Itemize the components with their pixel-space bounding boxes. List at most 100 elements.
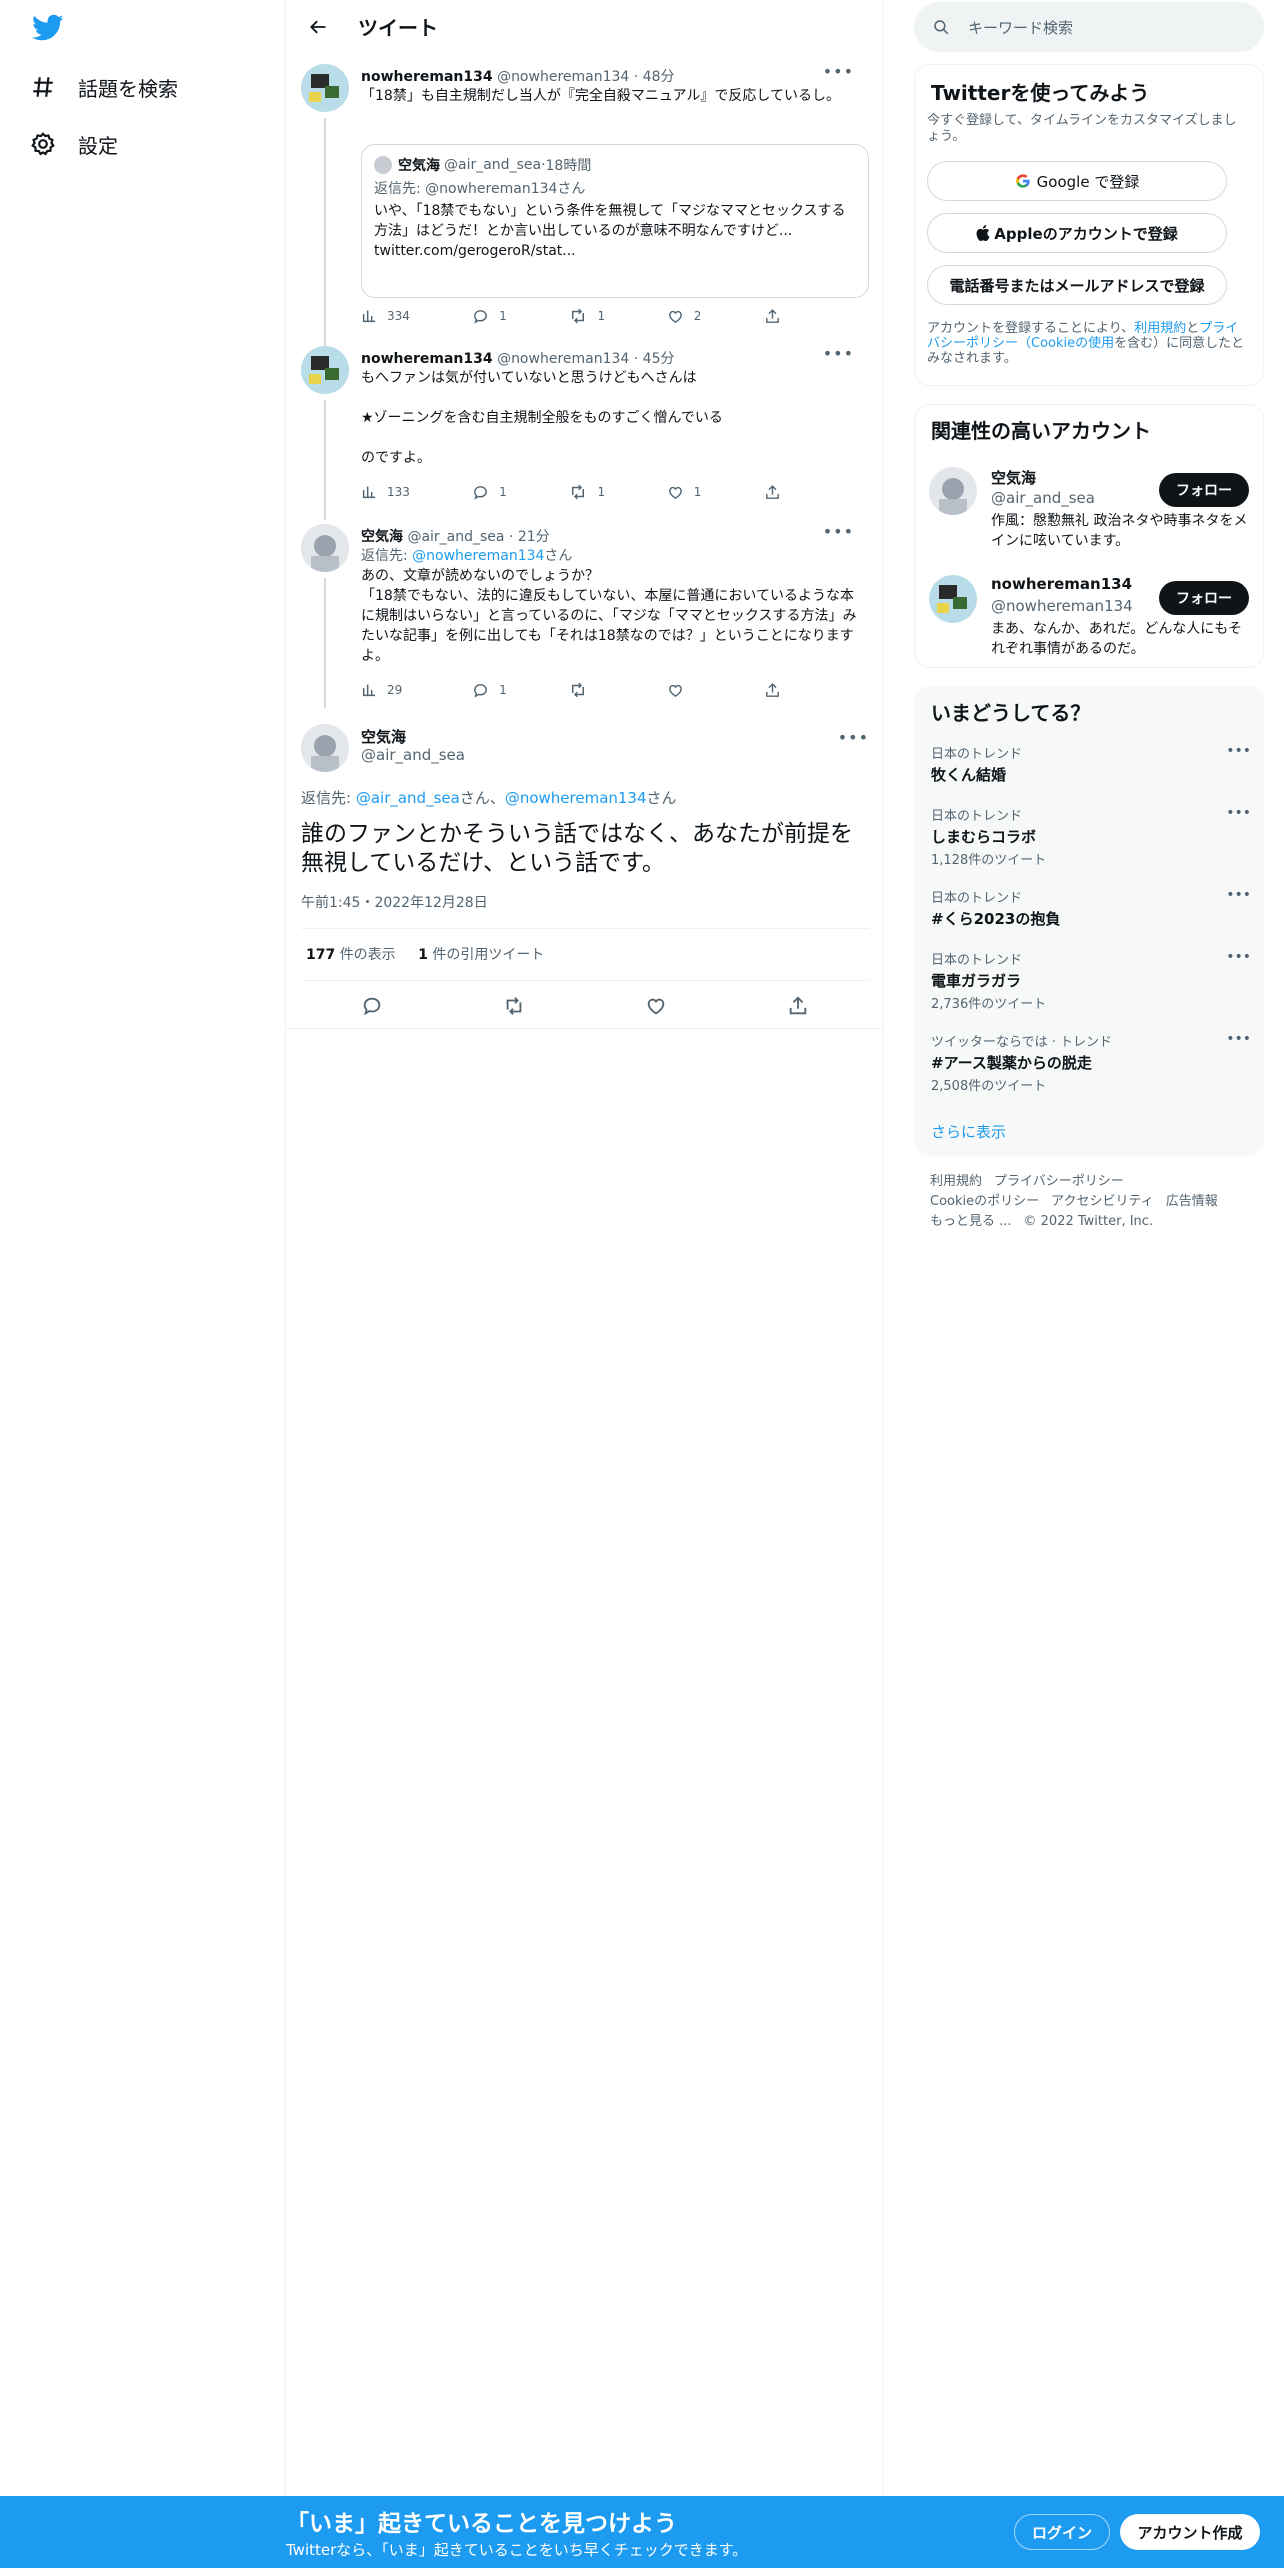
quote-text: いや、「18禁でもない」という条件を無視して「マジなママとセックスする方法」はど… — [374, 203, 846, 239]
reply-count: 1 — [499, 485, 507, 499]
tweet-actions: 133 1 1 1 — [361, 482, 791, 502]
tweet-item[interactable]: nowhereman134 @nowhereman134 · 45分 ••• も… — [286, 340, 884, 520]
avatar[interactable] — [301, 724, 349, 772]
share-button[interactable] — [764, 680, 791, 700]
phone-email-signup-button[interactable]: 電話番号またはメールアドレスで登録 — [927, 265, 1227, 305]
related-account[interactable]: nowhereman134 @nowhereman134 フォロー まあ、なんか… — [915, 569, 1263, 665]
like-button[interactable] — [667, 680, 764, 700]
tweet-item[interactable]: 空気海 @air_and_sea · 21分 ••• 返信先: @nowhere… — [286, 522, 884, 708]
footer-accessibility[interactable]: アクセシビリティ — [1051, 1194, 1154, 1209]
main-column: ツイート nowhereman134 @nowhereman134 · 48分 … — [286, 0, 884, 2500]
tweet-stats: 177 件の表示 1 件の引用ツイート — [306, 944, 544, 964]
author-handle[interactable]: @air_and_sea — [407, 529, 504, 545]
back-arrow-icon[interactable] — [298, 7, 338, 47]
footer-more[interactable]: もっと見る ... — [930, 1214, 1012, 1229]
more-options-icon[interactable]: ••• — [1226, 805, 1251, 821]
more-options-icon[interactable]: ••• — [1226, 1031, 1251, 1047]
retweet-button[interactable]: 1 — [569, 482, 666, 502]
trend-context: ツイッターならでは · トレンド — [931, 1035, 1113, 1050]
retweet-button[interactable]: 1 — [569, 306, 666, 326]
twitter-logo-icon[interactable] — [32, 14, 64, 42]
tweet-meta: nowhereman134 @nowhereman134 · 45分 — [361, 351, 675, 367]
reply-to-user[interactable]: @air_and_sea — [356, 789, 460, 807]
tweet-time[interactable]: 21分 — [518, 529, 550, 545]
footer-cookie[interactable]: Cookieのポリシー — [930, 1194, 1039, 1209]
like-button[interactable]: 1 — [667, 482, 764, 502]
tweet-item[interactable]: nowhereman134 @nowhereman134 · 48分 ••• 「… — [286, 62, 884, 340]
footer-privacy[interactable]: プライバシーポリシー — [994, 1174, 1124, 1189]
author-name[interactable]: nowhereman134 — [361, 351, 493, 367]
trend-item[interactable]: 日本のトレンド しまむらコラボ 1,128件のツイート ••• — [931, 805, 1251, 868]
quote-time: 18時間 — [545, 158, 592, 174]
follow-button[interactable]: フォロー — [1159, 473, 1249, 507]
avatar[interactable] — [301, 524, 349, 572]
tweet-time[interactable]: 45分 — [643, 351, 675, 367]
like-button[interactable]: 2 — [667, 306, 764, 326]
footer-ads[interactable]: 広告情報 — [1166, 1194, 1218, 1209]
login-button[interactable]: ログイン — [1014, 2514, 1110, 2550]
quote-tweets-link[interactable]: 1 件の引用ツイート — [418, 947, 544, 963]
terms-link[interactable]: 利用規約 — [1134, 321, 1186, 336]
more-options-icon[interactable]: ••• — [838, 728, 869, 747]
related-account[interactable]: 空気海 @air_and_sea フォロー 作風：慇懃無礼 政治ネタや時事ネタを… — [915, 461, 1263, 557]
tweet-timestamp[interactable]: 午前1:45・2022年12月28日 — [301, 892, 488, 912]
author-name[interactable]: nowhereman134 — [361, 69, 493, 85]
reply-button[interactable]: 1 — [472, 680, 569, 700]
views-button[interactable]: 334 — [361, 306, 472, 326]
reply-to-user[interactable]: @nowhereman134 — [412, 548, 544, 564]
author-name[interactable]: 空気海 — [361, 529, 403, 545]
more-options-icon[interactable]: ••• — [1226, 887, 1251, 903]
search-input[interactable]: キーワード検索 — [914, 2, 1264, 52]
more-options-icon[interactable]: ••• — [823, 344, 854, 363]
trend-item[interactable]: 日本のトレンド 牧くん結婚 ••• — [931, 743, 1251, 785]
quoted-tweet[interactable]: 空気海 @air_and_sea · 18時間 返信先: @nowhereman… — [361, 144, 869, 298]
author-name[interactable]: 空気海 — [361, 726, 406, 747]
google-signup-button[interactable]: Google で登録 — [927, 161, 1227, 201]
reply-button[interactable]: 1 — [472, 306, 569, 326]
footer-terms[interactable]: 利用規約 — [930, 1174, 982, 1189]
avatar[interactable] — [301, 346, 349, 394]
create-account-button[interactable]: アカウント作成 — [1120, 2514, 1260, 2550]
more-options-icon[interactable]: ••• — [823, 62, 854, 81]
nav-explore[interactable]: 話題を検索 — [28, 65, 178, 109]
account-handle[interactable]: @nowhereman134 — [991, 597, 1133, 615]
nav-settings[interactable]: 設定 — [28, 122, 118, 166]
author-handle[interactable]: @nowhereman134 — [497, 351, 629, 367]
trend-item[interactable]: ツイッターならでは · トレンド #アース製薬からの脱走 2,508件のツイート… — [931, 1031, 1251, 1094]
author-handle[interactable]: @air_and_sea — [361, 746, 465, 764]
views-button[interactable]: 29 — [361, 680, 472, 700]
apple-signup-button[interactable]: Appleのアカウントで登録 — [927, 213, 1227, 253]
tweet-time[interactable]: 48分 — [643, 69, 675, 85]
tweet-actions: 29 1 — [361, 680, 791, 700]
more-options-icon[interactable]: ••• — [1226, 743, 1251, 759]
more-options-icon[interactable]: ••• — [1226, 949, 1251, 965]
trend-item[interactable]: 日本のトレンド #くら2023の抱負 ••• — [931, 887, 1251, 929]
views-button[interactable]: 133 — [361, 482, 472, 502]
thread-line — [324, 578, 326, 708]
more-options-icon[interactable]: ••• — [823, 522, 854, 541]
share-button[interactable] — [764, 306, 791, 326]
share-icon[interactable] — [787, 995, 809, 1021]
quote-link[interactable]: twitter.com/gerogeroR/stat... — [374, 241, 856, 261]
retweet-button[interactable] — [569, 680, 666, 700]
avatar[interactable] — [929, 575, 977, 623]
show-more-link[interactable]: さらに表示 — [931, 1121, 1006, 1142]
search-placeholder: キーワード検索 — [968, 18, 1074, 37]
retweet-icon[interactable] — [503, 995, 525, 1021]
reply-button[interactable]: 1 — [472, 482, 569, 502]
heart-icon[interactable] — [645, 995, 667, 1021]
share-button[interactable] — [764, 482, 791, 502]
account-name[interactable]: 空気海 — [991, 467, 1036, 488]
trend-context: 日本のトレンド — [931, 891, 1023, 906]
avatar[interactable] — [301, 64, 349, 112]
follow-button[interactable]: フォロー — [1159, 581, 1249, 615]
reply-to: 返信先: @air_and_seaさん、@nowhereman134さん — [301, 788, 677, 808]
author-handle[interactable]: @nowhereman134 — [497, 69, 629, 85]
reply-icon[interactable] — [361, 995, 383, 1021]
avatar[interactable] — [929, 467, 977, 515]
account-name[interactable]: nowhereman134 — [991, 575, 1132, 593]
cookie-link[interactable]: （Cookieの使用 — [1018, 336, 1114, 351]
reply-to-user[interactable]: @nowhereman134 — [505, 789, 647, 807]
account-handle[interactable]: @air_and_sea — [991, 489, 1095, 507]
trend-item[interactable]: 日本のトレンド 電車ガラガラ 2,736件のツイート ••• — [931, 949, 1251, 1012]
